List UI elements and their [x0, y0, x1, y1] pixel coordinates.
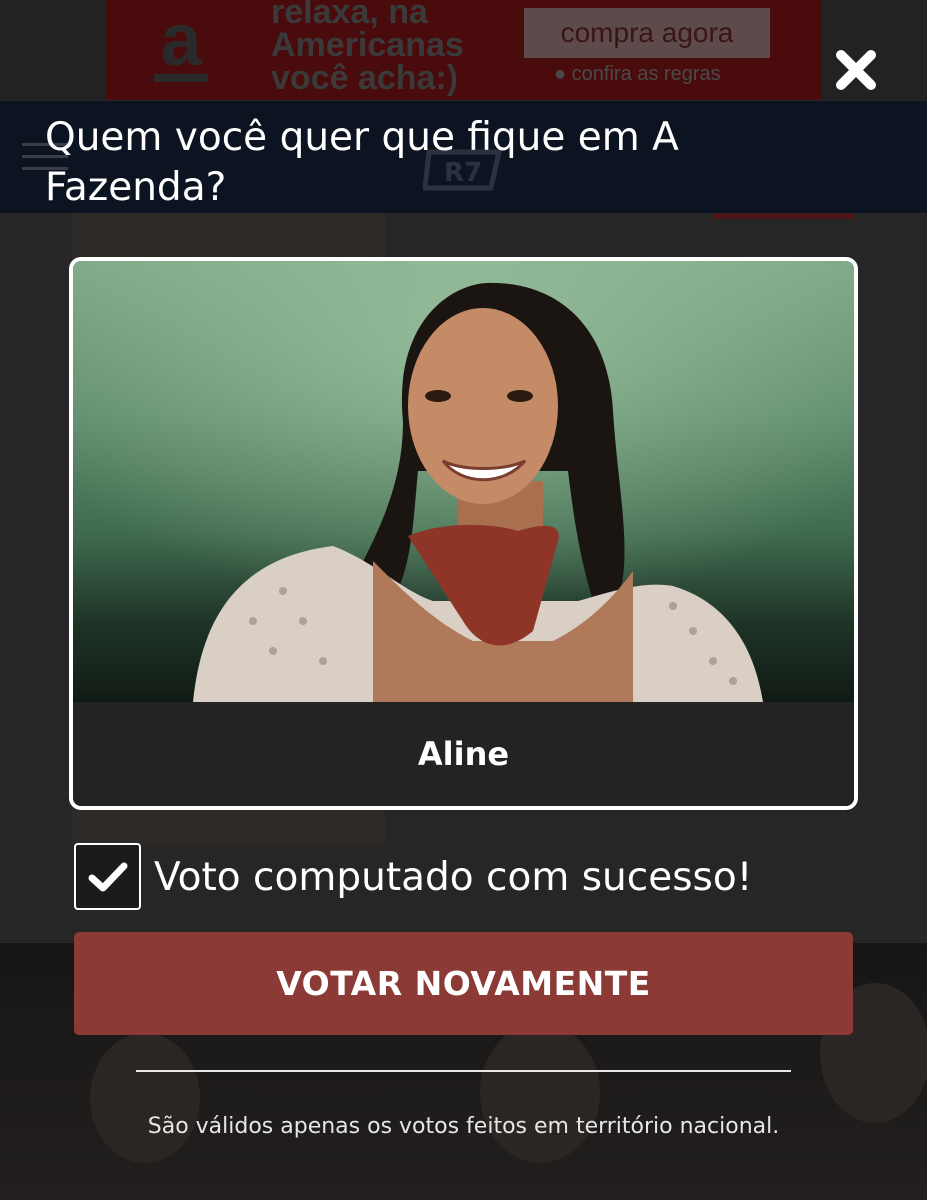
modal-title: Quem você quer que fique em A Fazenda? [45, 115, 679, 210]
candidate-card[interactable]: Aline [69, 257, 858, 810]
candidate-name: Aline [73, 702, 854, 806]
candidate-photo [73, 261, 854, 702]
disclaimer-text: São válidos apenas os votos feitos em te… [147, 1114, 780, 1139]
americanas-logo: a [146, 0, 216, 90]
info-icon: ● [554, 63, 567, 85]
divider [136, 1070, 791, 1072]
checkmark-icon [88, 862, 127, 891]
close-button[interactable] [826, 40, 886, 100]
ad-rules-link[interactable]: ● confira as regras [554, 63, 721, 86]
vote-success-message: Voto computado com sucesso! [154, 855, 753, 900]
portrait-illustration [73, 261, 854, 702]
background-ad-banner[interactable]: a relaxa, na Americanas você acha:) comp… [106, 0, 822, 100]
background-face [480, 1023, 600, 1163]
page: a relaxa, na Americanas você acha:) comp… [0, 0, 927, 1200]
vote-confirmed-checkbox[interactable] [74, 843, 141, 910]
ad-cta-button[interactable]: compra agora [524, 8, 770, 58]
close-x-icon [836, 50, 876, 90]
background-face [90, 1033, 200, 1163]
ad-rules-text: confira as regras [571, 63, 721, 85]
vote-again-button[interactable]: VOTAR NOVAMENTE [74, 932, 853, 1035]
ad-text: relaxa, na Americanas você acha:) [271, 0, 464, 97]
